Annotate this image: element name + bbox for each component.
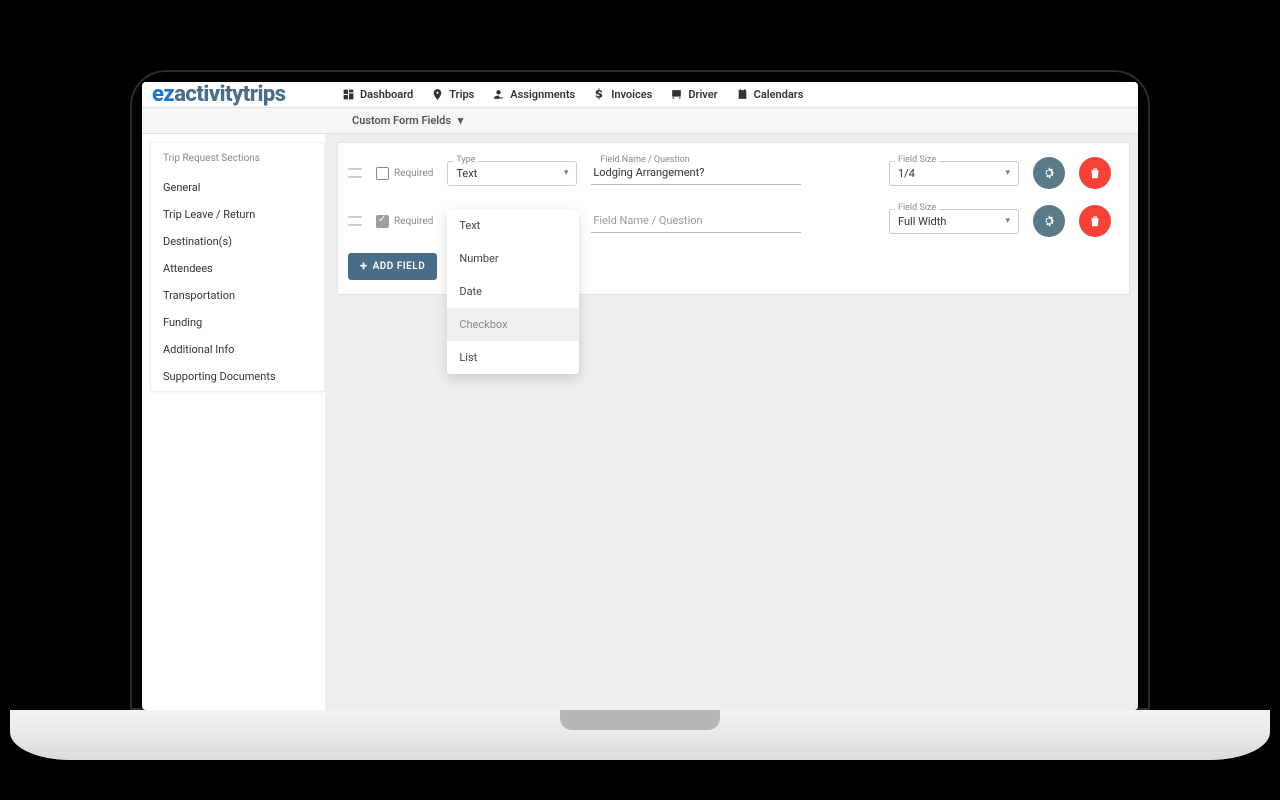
type-option-text[interactable]: Text [447,209,579,242]
fieldname-label: Field Name / Question [597,155,692,165]
subnav-custom-form-fields[interactable]: Custom Form Fields ▾ [352,114,463,127]
delete-button[interactable] [1079,205,1111,237]
logo: ezactivitytrips [142,82,342,107]
dollar-icon [593,88,606,101]
add-field-button[interactable]: + ADD FIELD [348,253,437,280]
drag-handle-icon[interactable] [348,168,362,178]
form-fields-panel: Required Type Text ▾ Field Name / Questi… [337,142,1130,295]
laptop-notch [560,710,720,730]
caret-down-icon: ▾ [458,114,464,127]
laptop-base [10,710,1270,760]
required-toggle[interactable]: Required [376,167,433,180]
type-option-list[interactable]: List [447,341,579,374]
main-content: Required Type Text ▾ Field Name / Questi… [325,134,1138,710]
nav-assignments[interactable]: Assignments [492,88,575,101]
top-nav-bar: ezactivitytrips Dashboard Trips Assignme… [142,82,1138,108]
sidebar-item-trip-leave-return[interactable]: Trip Leave / Return [163,201,312,228]
nav-assignments-label: Assignments [510,88,575,101]
sidebar-item-destinations[interactable]: Destination(s) [163,228,312,255]
sidebar-title: Trip Request Sections [163,153,312,164]
type-value: Text [456,167,477,180]
type-option-number[interactable]: Number [447,242,579,275]
type-option-checkbox[interactable]: Checkbox [447,308,579,341]
nav-trips[interactable]: Trips [431,88,474,101]
type-dropdown-menu: Text Number Date Checkbox List [447,209,579,374]
trash-icon [1088,214,1102,228]
checkbox-icon[interactable] [376,167,389,180]
fieldsize-label: Field Size [895,203,939,213]
trash-icon [1088,166,1102,180]
nav-driver-label: Driver [688,88,717,101]
plus-icon: + [360,260,368,273]
person-share-icon [492,88,505,101]
caret-down-icon: ▾ [1005,216,1010,226]
fieldsize-value: 1/4 [898,167,915,180]
nav-trips-label: Trips [449,88,474,101]
nav-dashboard-label: Dashboard [360,88,413,101]
required-label: Required [394,216,433,227]
nav-dashboard[interactable]: Dashboard [342,88,413,101]
type-label: Type [453,155,478,165]
field-row: Required Type Text ▾ Field Name / Questi… [348,157,1111,189]
fieldsize-value: Full Width [898,215,946,228]
subnav-label: Custom Form Fields [352,114,451,127]
required-toggle[interactable]: Required [376,215,433,228]
dashboard-icon [342,88,355,101]
nav-invoices[interactable]: Invoices [593,88,652,101]
sidebar-item-transportation[interactable]: Transportation [163,282,312,309]
type-option-date[interactable]: Date [447,275,579,308]
sub-nav-bar: Custom Form Fields ▾ [142,108,1138,134]
nav-invoices-label: Invoices [611,88,652,101]
nav-driver[interactable]: Driver [670,88,717,101]
sidebar-item-general[interactable]: General [163,174,312,201]
gear-icon [1042,214,1056,228]
bus-icon [670,88,683,101]
sidebar: Trip Request Sections General Trip Leave… [150,142,325,392]
settings-button[interactable] [1033,157,1065,189]
logo-part2: activitytrips [174,82,285,107]
nav-calendars-label: Calendars [754,88,804,101]
sidebar-item-supporting-documents[interactable]: Supporting Documents [163,363,312,390]
add-field-label: ADD FIELD [373,261,426,272]
fieldsize-label: Field Size [895,155,939,165]
calendar-icon [736,88,749,101]
sidebar-item-additional-info[interactable]: Additional Info [163,336,312,363]
settings-button[interactable] [1033,205,1065,237]
sidebar-item-attendees[interactable]: Attendees [163,255,312,282]
drag-handle-icon[interactable] [348,216,362,226]
checkbox-icon[interactable] [376,215,389,228]
required-label: Required [394,168,433,179]
delete-button[interactable] [1079,157,1111,189]
field-row: Required Text Number Date Checkbox List [348,205,1111,237]
caret-down-icon: ▾ [1005,168,1010,178]
gear-icon [1042,166,1056,180]
caret-down-icon: ▾ [564,168,569,178]
logo-part1: ez [152,82,174,107]
fieldname-input[interactable]: Field Name / Question [591,209,801,233]
nav-calendars[interactable]: Calendars [736,88,804,101]
location-pin-icon [431,88,444,101]
sidebar-item-funding[interactable]: Funding [163,309,312,336]
